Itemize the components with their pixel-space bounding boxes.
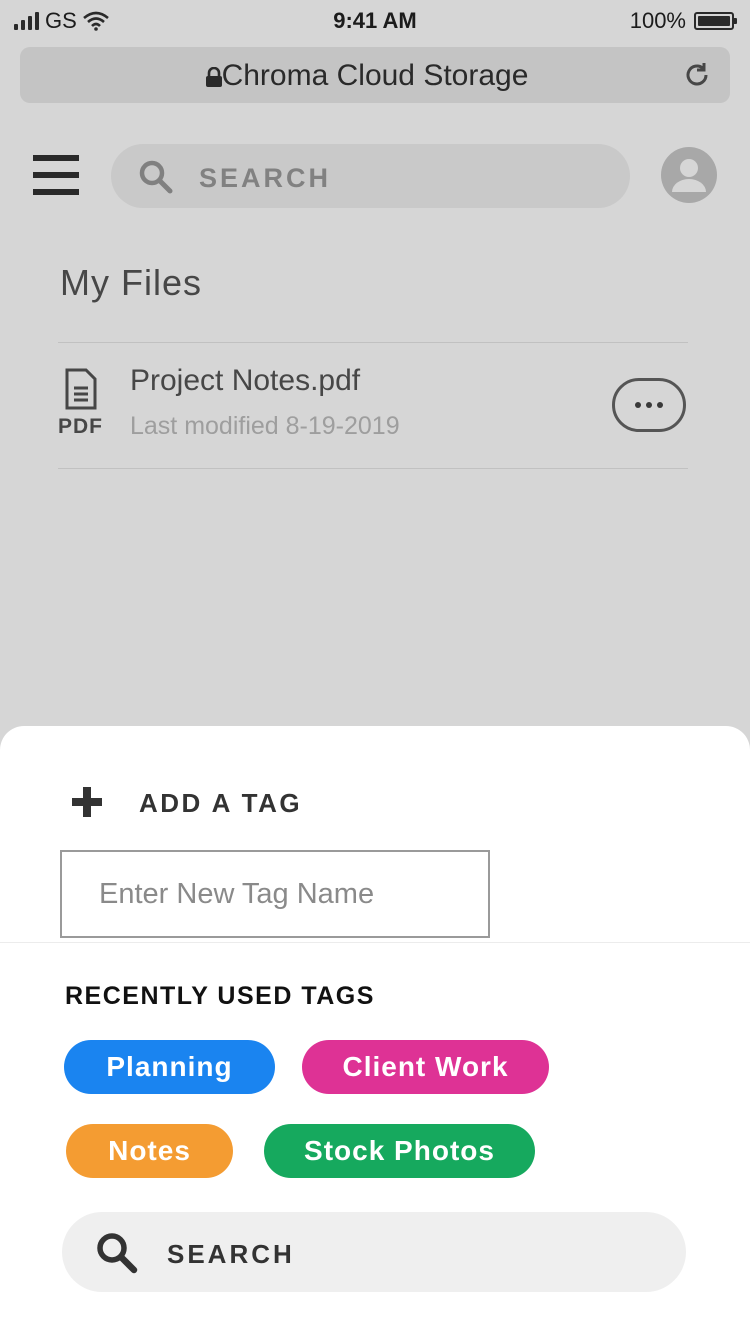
plus-icon[interactable] [70, 787, 104, 817]
tag-search-label: SEARCH [167, 1239, 295, 1269]
recent-tags-heading: RECENTLY USED TAGS [65, 982, 375, 1010]
add-tag-label[interactable]: ADD A TAG [139, 788, 302, 819]
tag-chip-stock-photos[interactable]: Stock Photos [264, 1124, 535, 1178]
tag-chip-client-work[interactable]: Client Work [302, 1040, 549, 1094]
tag-search-bar[interactable]: SEARCH [62, 1212, 686, 1292]
search-icon [97, 1233, 138, 1274]
new-tag-name-input[interactable] [60, 850, 490, 938]
tag-chip-planning[interactable]: Planning [64, 1040, 275, 1094]
tag-chip-notes[interactable]: Notes [66, 1124, 233, 1178]
tag-bottom-sheet: ADD A TAG RECENTLY USED TAGS Planning Cl… [0, 726, 750, 1334]
divider [0, 942, 750, 943]
